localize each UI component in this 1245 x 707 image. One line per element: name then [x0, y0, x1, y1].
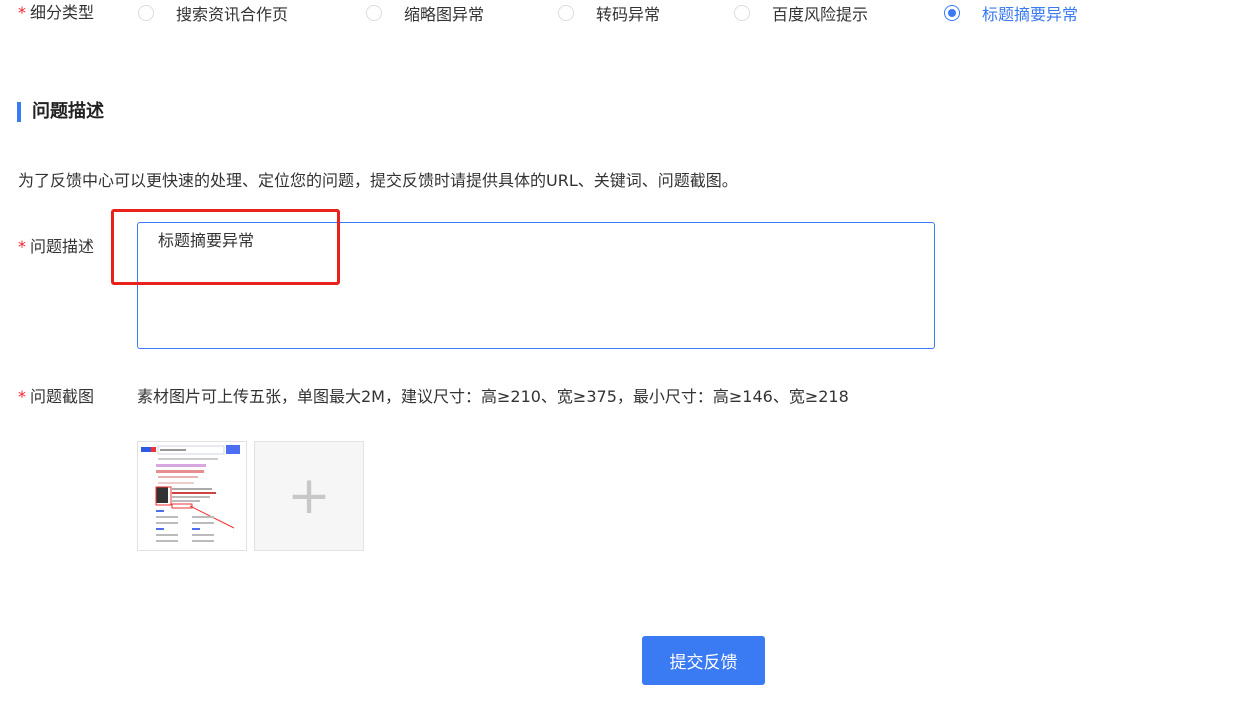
radio-option-thumbnail[interactable]: 缩略图异常 [366, 3, 485, 24]
screenshot-label-text: 问题截图 [30, 387, 95, 406]
radio-label: 百度风险提示 [772, 5, 869, 24]
radio-label: 搜索资讯合作页 [176, 5, 289, 24]
required-mark: * [18, 387, 26, 406]
required-mark: * [18, 3, 26, 22]
screenshot-label: * 问题截图 [18, 387, 94, 407]
annotation-highlight-box [111, 209, 340, 285]
description-label: * 问题描述 [18, 237, 94, 257]
radio-label: 缩略图异常 [404, 5, 485, 24]
radio-circle-icon[interactable] [734, 5, 750, 21]
uploaded-screenshot-thumbnail[interactable] [137, 441, 247, 551]
radio-checked-icon[interactable] [944, 5, 960, 21]
section-hint: 为了反馈中心可以更快速的处理、定位您的问题，提交反馈时请提供具体的URL、关键词… [18, 171, 738, 190]
description-label-text: 问题描述 [30, 237, 95, 256]
subtype-label: * 细分类型 [18, 3, 94, 23]
radio-label: 标题摘要异常 [982, 5, 1079, 24]
screenshot-hint: 素材图片可上传五张，单图最大2M，建议尺寸：高≥210、宽≥375，最小尺寸：高… [137, 387, 849, 406]
section-accent-bar [17, 102, 21, 122]
submit-feedback-button[interactable]: 提交反馈 [642, 636, 765, 685]
radio-circle-icon[interactable] [558, 5, 574, 21]
plus-icon: + [287, 466, 331, 526]
radio-circle-icon[interactable] [366, 5, 382, 21]
section-title: 问题描述 [32, 101, 104, 122]
required-mark: * [18, 237, 26, 256]
radio-option-title-summary[interactable]: 标题摘要异常 [944, 3, 1079, 24]
subtype-label-text: 细分类型 [30, 3, 95, 22]
radio-circle-icon[interactable] [138, 5, 154, 21]
radio-label: 转码异常 [596, 5, 661, 24]
radio-option-search-news[interactable]: 搜索资讯合作页 [138, 3, 289, 24]
screenshot-thumbnail-image [138, 442, 246, 550]
radio-option-risk-warning[interactable]: 百度风险提示 [734, 3, 869, 24]
radio-option-transcode[interactable]: 转码异常 [558, 3, 661, 24]
add-image-button[interactable]: + [254, 441, 364, 551]
